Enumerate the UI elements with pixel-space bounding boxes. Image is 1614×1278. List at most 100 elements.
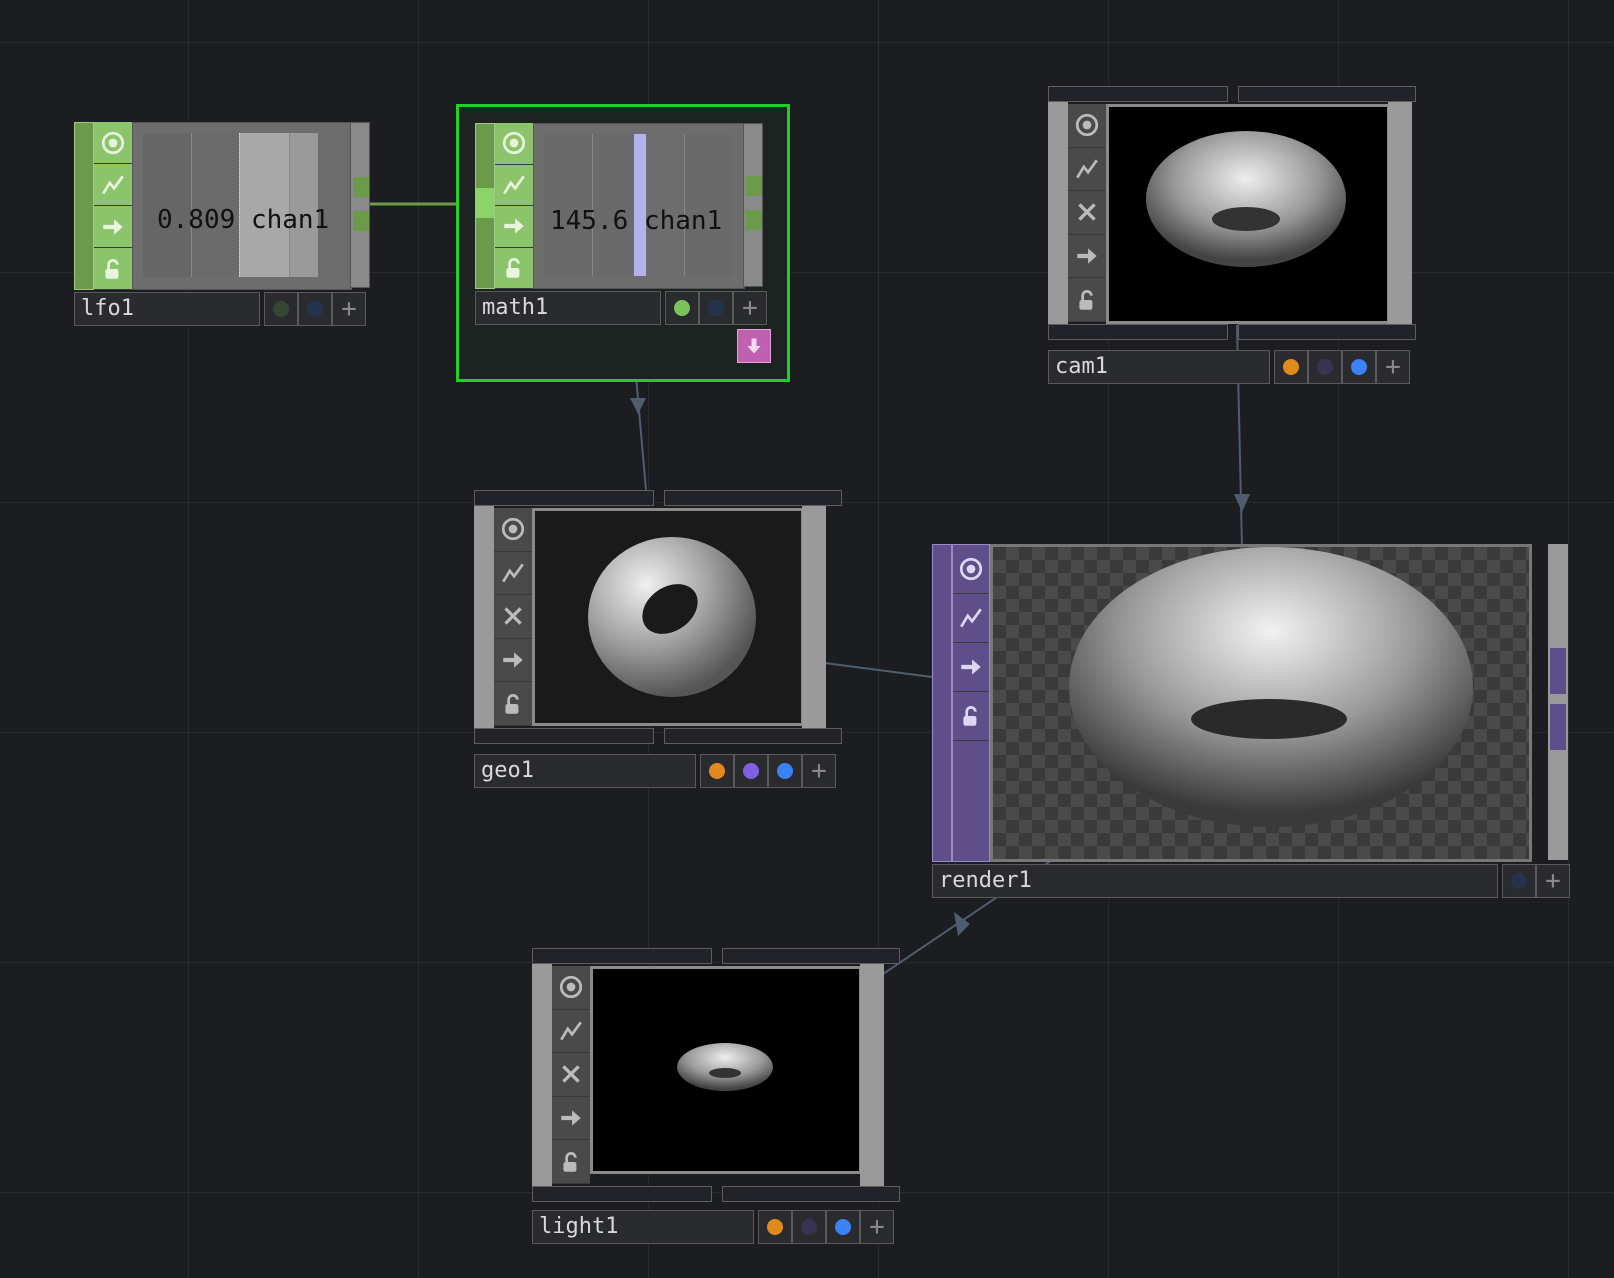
geo1-right-edge: [802, 506, 826, 728]
viewer-icon[interactable]: [953, 545, 989, 594]
render1-name[interactable]: render1: [932, 864, 1498, 898]
lfo1-node[interactable]: 0.809 chan1 lfo1 +: [74, 122, 372, 328]
lock-icon[interactable]: [94, 248, 132, 290]
bypass-icon[interactable]: [94, 164, 132, 206]
geo1-viewer: [532, 508, 804, 726]
light1-right-edge: [860, 964, 884, 1186]
math1-flag-green[interactable]: [665, 291, 699, 325]
light1-output-tab[interactable]: [532, 1186, 712, 1202]
viewer-icon[interactable]: [494, 508, 532, 552]
geo1-output-tab-2[interactable]: [664, 728, 842, 744]
light1-sidebar: [552, 966, 590, 1184]
bypass-icon[interactable]: [495, 165, 533, 206]
cam1-output-tab[interactable]: [1048, 324, 1228, 340]
plus-icon: +: [341, 294, 357, 324]
math1-flag-blue[interactable]: [699, 291, 733, 325]
export-icon[interactable]: [953, 643, 989, 692]
close-icon[interactable]: [1068, 191, 1106, 235]
lock-icon[interactable]: [495, 248, 533, 289]
export-icon[interactable]: [94, 206, 132, 248]
math1-viewer: 145.6 chan1: [533, 123, 745, 289]
export-icon[interactable]: [1068, 235, 1106, 279]
lfo1-viewer: 0.809 chan1: [132, 122, 352, 290]
lfo1-output-connector[interactable]: [353, 177, 369, 197]
torus-preview: [1146, 131, 1346, 267]
wire-arrow-light1: [954, 912, 970, 936]
render1-flag-blue[interactable]: [1502, 864, 1536, 898]
cam1-flag-purple[interactable]: [1308, 350, 1342, 384]
math1-node[interactable]: 145.6 chan1 math1 +: [456, 104, 790, 382]
cam1-flag-orange[interactable]: [1274, 350, 1308, 384]
math1-name[interactable]: math1: [475, 291, 661, 325]
export-icon[interactable]: [552, 1097, 590, 1141]
math1-add-button[interactable]: +: [733, 291, 767, 325]
math1-input-connector[interactable]: [476, 188, 494, 218]
viewer-icon[interactable]: [552, 966, 590, 1010]
render1-add-button[interactable]: +: [1536, 864, 1570, 898]
render1-node[interactable]: render1 +: [932, 544, 1570, 900]
lock-icon[interactable]: [494, 682, 532, 726]
render1-input-strip: [932, 544, 952, 862]
light1-node[interactable]: light1 +: [532, 948, 900, 1248]
light1-input-tab[interactable]: [532, 948, 712, 964]
bypass-icon[interactable]: [953, 594, 989, 643]
bypass-icon[interactable]: [552, 1010, 590, 1054]
cam1-node[interactable]: cam1 +: [1048, 86, 1416, 386]
math1-input-strip: [475, 123, 495, 289]
cam1-right-edge: [1388, 102, 1412, 324]
light1-input-tab-2[interactable]: [722, 948, 900, 964]
geo1-input-tab[interactable]: [474, 490, 654, 506]
cam1-add-button[interactable]: +: [1376, 350, 1410, 384]
viewer-icon[interactable]: [94, 122, 132, 164]
render1-sidebar: [952, 544, 990, 862]
bypass-icon[interactable]: [1068, 148, 1106, 192]
light1-add-button[interactable]: +: [860, 1210, 894, 1244]
light1-flag-orange[interactable]: [758, 1210, 792, 1244]
render1-output-connector-2[interactable]: [1550, 704, 1566, 750]
plus-icon: +: [1385, 352, 1401, 382]
render1-output-connector[interactable]: [1550, 648, 1566, 694]
export-icon[interactable]: [495, 206, 533, 248]
lock-icon[interactable]: [1068, 278, 1106, 322]
geo1-name[interactable]: geo1: [474, 754, 696, 788]
cam1-input-tab-2[interactable]: [1238, 86, 1416, 102]
geo1-flag-purple[interactable]: [734, 754, 768, 788]
geo1-flag-orange[interactable]: [700, 754, 734, 788]
cam1-output-tab-2[interactable]: [1238, 324, 1416, 340]
arrow-down-icon: [747, 338, 761, 354]
lfo1-name[interactable]: lfo1: [74, 292, 260, 326]
math1-value: 145.6: [550, 206, 629, 236]
viewer-icon[interactable]: [495, 123, 533, 165]
lock-icon[interactable]: [552, 1140, 590, 1184]
torus-preview: [1069, 547, 1473, 827]
export-icon[interactable]: [494, 639, 532, 683]
geo1-input-tab-2[interactable]: [664, 490, 842, 506]
cam1-name[interactable]: cam1: [1048, 350, 1270, 384]
plus-icon: +: [811, 756, 827, 786]
light1-name[interactable]: light1: [532, 1210, 754, 1244]
math1-output-connector[interactable]: [746, 176, 762, 196]
light1-flag-purple[interactable]: [792, 1210, 826, 1244]
cam1-input-tab[interactable]: [1048, 86, 1228, 102]
viewer-icon[interactable]: [1068, 104, 1106, 148]
light1-flag-blue[interactable]: [826, 1210, 860, 1244]
geo1-output-tab[interactable]: [474, 728, 654, 744]
lfo1-flag-blue[interactable]: [298, 292, 332, 326]
close-icon[interactable]: [494, 595, 532, 639]
light1-output-tab-2[interactable]: [722, 1186, 900, 1202]
bypass-icon[interactable]: [494, 552, 532, 596]
close-icon[interactable]: [552, 1053, 590, 1097]
cam1-left-edge: [1048, 102, 1068, 324]
geo1-node[interactable]: geo1 +: [474, 490, 842, 790]
cam1-flag-blue[interactable]: [1342, 350, 1376, 384]
geo1-add-button[interactable]: +: [802, 754, 836, 788]
display-flag-button[interactable]: [737, 329, 771, 363]
render1-viewer: [990, 544, 1532, 862]
lfo1-add-button[interactable]: +: [332, 292, 366, 326]
lfo1-output-connector-2[interactable]: [353, 211, 369, 231]
lfo1-channel: chan1: [250, 205, 330, 235]
lock-icon[interactable]: [953, 692, 989, 741]
math1-output-connector-2[interactable]: [746, 210, 762, 230]
geo1-flag-blue[interactable]: [768, 754, 802, 788]
lfo1-flag-green[interactable]: [264, 292, 298, 326]
